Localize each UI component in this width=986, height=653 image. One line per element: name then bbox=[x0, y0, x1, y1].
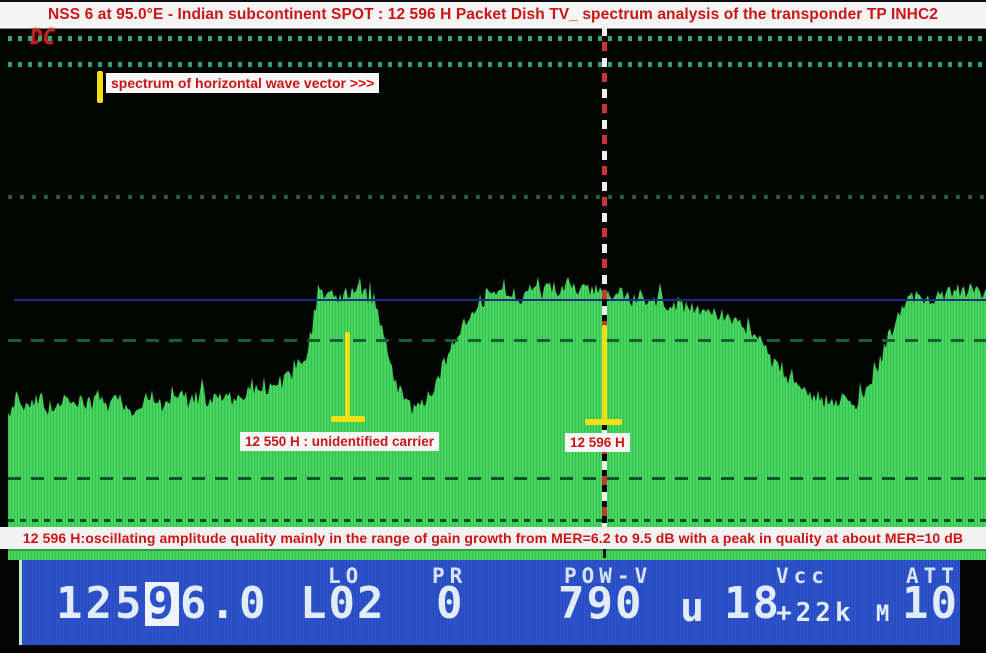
grid-dotted-line-520 bbox=[8, 519, 986, 522]
frequency-display[interactable]: 12596.0 bbox=[56, 582, 268, 626]
pow-unit: u bbox=[680, 588, 706, 628]
panel-bottom-margin bbox=[0, 645, 986, 653]
pr-value: 0 bbox=[436, 582, 465, 626]
panel-right-margin bbox=[960, 558, 986, 653]
tone-value: +22k bbox=[776, 600, 855, 626]
carrier-label-12596: 12 596 H bbox=[565, 433, 630, 452]
meter-readout-panel: LO PR POW-V Vcc ATT 12596.0 L02 0 790 u … bbox=[22, 558, 960, 647]
annotation-bar: 12 596 H:oscillating amplitude quality m… bbox=[0, 527, 986, 549]
wave-vector-label: spectrum of horizontal wave vector >>> bbox=[106, 73, 379, 93]
spectrum-analyzer-screenshot: NSS 6 at 95.0°E - Indian subcontinent SP… bbox=[0, 0, 986, 653]
lo-value: L02 bbox=[300, 582, 385, 626]
marker-12596-base bbox=[585, 419, 622, 425]
legend-marker-bar bbox=[97, 71, 103, 103]
pow-v-value: 790 bbox=[558, 582, 643, 626]
marker-12550-line bbox=[345, 332, 350, 418]
annotation-text: 12 596 H:oscillating amplitude quality m… bbox=[23, 530, 963, 546]
center-frequency-cursor-line bbox=[602, 27, 607, 527]
frequency-suffix: 6.0 bbox=[180, 578, 268, 629]
att-value: 10 bbox=[902, 582, 959, 626]
m-indicator: M bbox=[876, 604, 891, 626]
frequency-cursor-digit[interactable]: 9 bbox=[145, 582, 179, 626]
marker-12596-line bbox=[602, 325, 607, 421]
vcc-label: Vcc bbox=[776, 564, 829, 588]
marker-12550-base bbox=[331, 416, 365, 422]
frequency-prefix: 125 bbox=[56, 578, 144, 629]
spectrum-bottom-strip bbox=[8, 549, 986, 560]
grid-dashed-line-478 bbox=[8, 477, 986, 480]
center-line-tick bbox=[603, 549, 606, 558]
grid-dashed-line-340 bbox=[8, 339, 986, 342]
voltage-value: 18 bbox=[724, 582, 781, 626]
carrier-label-12550: 12 550 H : unidentified carrier bbox=[240, 432, 439, 451]
level-marker-line bbox=[14, 299, 986, 301]
panel-left-margin bbox=[0, 558, 19, 653]
